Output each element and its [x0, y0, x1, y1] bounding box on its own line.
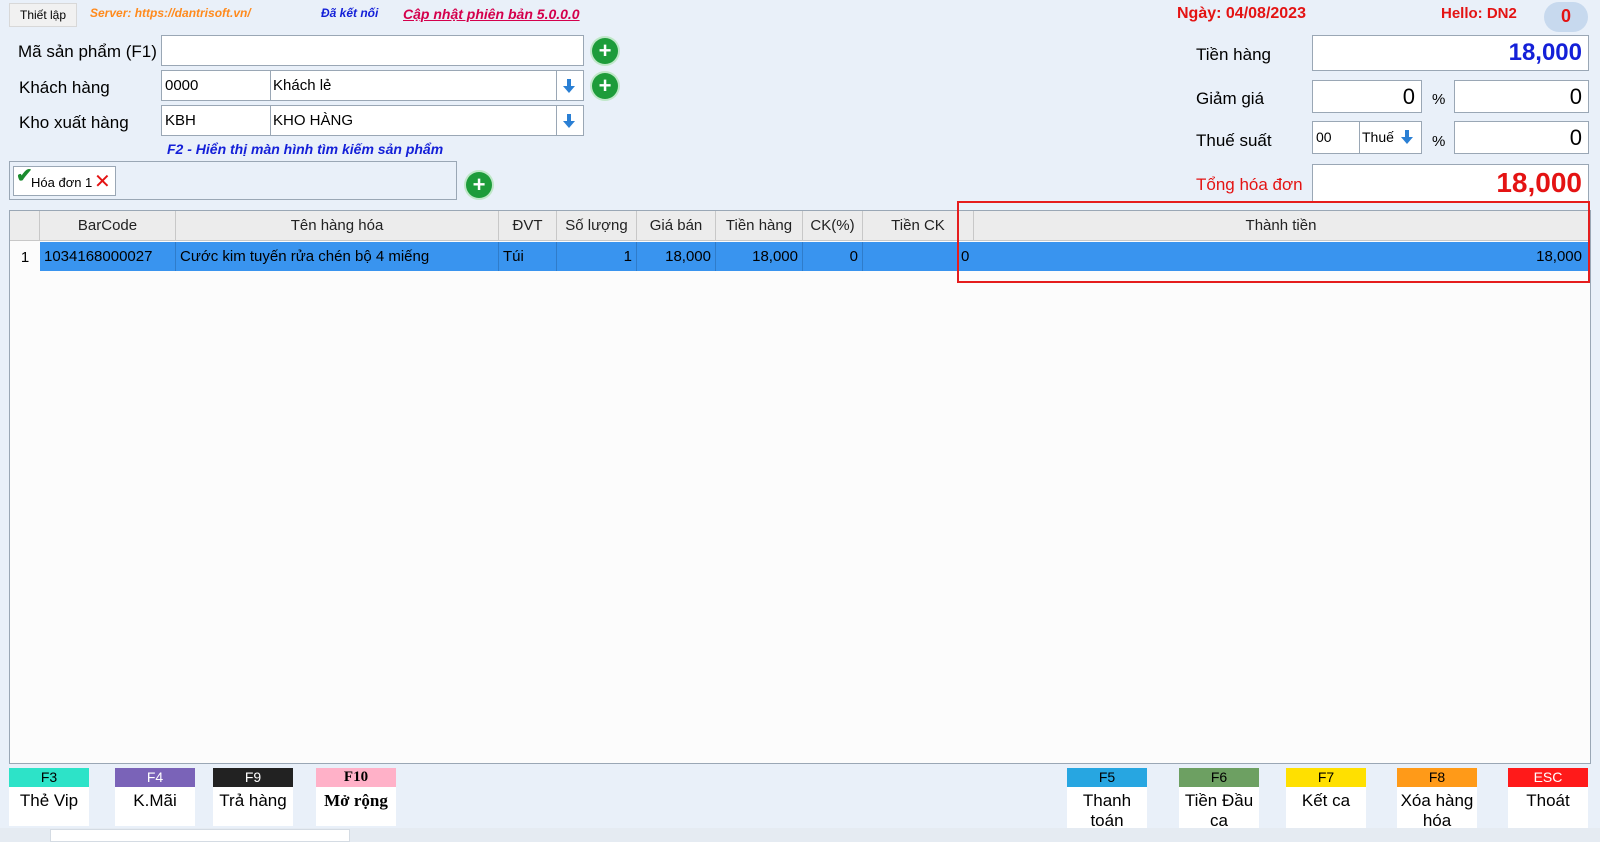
shortcut-key: F6 [1179, 768, 1259, 787]
table-cell-name[interactable]: Cước kim tuyến rửa chén bộ 4 miếng [176, 242, 499, 271]
button-label: Xóa hàng hóa [1400, 791, 1474, 830]
arrow-down-icon [563, 114, 575, 128]
customer-name[interactable]: Khách lẻ [273, 71, 553, 100]
product-code-label: Mã sản phẩm (F1) [18, 42, 157, 61]
grand-total-label: Tổng hóa đơn [1196, 175, 1303, 194]
payment-button[interactable]: F5 Thanh toán [1067, 768, 1147, 834]
tax-amount-input[interactable]: 0 [1454, 121, 1589, 154]
row-number: 1 [10, 242, 40, 271]
warehouse-code[interactable]: KBH [165, 106, 265, 135]
percent-sign: % [1432, 91, 1446, 108]
tax-name[interactable]: Thuế [1362, 123, 1394, 152]
customer-label: Khách hàng [19, 78, 110, 97]
button-label: Mở rộng [324, 791, 388, 810]
warehouse-dropdown-button[interactable] [557, 107, 581, 135]
column-header[interactable]: Số lượng [557, 211, 637, 241]
customer-code[interactable]: 0000 [165, 71, 265, 100]
table-cell-qty[interactable]: 1 [557, 242, 637, 271]
opening-cash-button[interactable]: F6 Tiền Đầu ca [1179, 768, 1259, 834]
check-icon: ✔ [16, 165, 33, 187]
shortcut-key: F9 [213, 768, 293, 787]
column-header[interactable]: CK(%) [803, 211, 863, 241]
button-label: Thoát [1526, 791, 1570, 810]
tax-code[interactable]: 00 [1316, 123, 1332, 152]
column-header[interactable]: Tên hàng hóa [176, 211, 499, 241]
exit-button[interactable]: ESC Thoát [1508, 768, 1588, 828]
discount-amount-input[interactable]: 0 [1454, 80, 1589, 113]
extend-button[interactable]: F10 Mở rộng [316, 768, 396, 826]
column-header[interactable]: Tiền hàng [716, 211, 803, 241]
invoice-tab-label[interactable]: Hóa đơn 1 [31, 175, 92, 190]
return-goods-button[interactable]: F9 Trả hàng [213, 768, 293, 826]
close-icon[interactable]: ✕ [94, 169, 111, 194]
table-cell-amount[interactable]: 18,000 [716, 242, 803, 271]
column-header[interactable]: BarCode [40, 211, 176, 241]
shortcut-key: ESC [1508, 768, 1588, 787]
table-cell-barcode[interactable]: 1034168000027 [40, 242, 176, 271]
shortcut-key: F5 [1067, 768, 1147, 787]
tax-label: Thuế suất [1196, 131, 1272, 150]
column-header[interactable]: Giá bán [637, 211, 716, 241]
add-product-button[interactable]: + [592, 38, 618, 64]
vip-card-button[interactable]: F3 Thẻ Vip [9, 768, 89, 826]
server-url: Server: https://dantrisoft.vn/ [90, 6, 251, 20]
update-link[interactable]: Cập nhật phiên bản 5.0.0.0 [403, 6, 580, 22]
column-header[interactable]: ĐVT [499, 211, 557, 241]
setup-button[interactable]: Thiết lập [9, 3, 77, 27]
button-label: Trả hàng [219, 791, 287, 810]
add-customer-button[interactable]: + [592, 73, 618, 99]
shortcut-key: F10 [316, 768, 396, 787]
current-date: Ngày: 04/08/2023 [1177, 5, 1306, 22]
shortcut-key: F8 [1397, 768, 1477, 787]
connection-status: Đã kết nối [321, 6, 379, 20]
row-header-corner [10, 211, 40, 241]
button-label: Thẻ Vip [19, 791, 79, 810]
warehouse-name[interactable]: KHO HÀNG [273, 106, 553, 135]
customer-dropdown-button[interactable] [557, 72, 581, 100]
delete-item-button[interactable]: F8 Xóa hàng hóa [1397, 768, 1477, 832]
discount-percent-input[interactable]: 0 [1312, 80, 1422, 113]
button-label: Thanh toán [1082, 791, 1132, 830]
shortcut-key: F3 [9, 768, 89, 787]
button-label: Kết ca [1301, 791, 1351, 810]
end-shift-button[interactable]: F7 Kết ca [1286, 768, 1366, 828]
product-table[interactable] [9, 210, 1591, 764]
button-label: K.Mãi [133, 791, 177, 810]
percent-sign: % [1432, 133, 1446, 150]
discount-label: Giảm giá [1196, 89, 1265, 108]
shortcut-key: F4 [115, 768, 195, 787]
taskbar-item[interactable] [50, 829, 350, 842]
warehouse-label: Kho xuất hàng [19, 113, 129, 132]
subtotal-value: 18,000 [1312, 35, 1589, 71]
search-hint: F2 - Hiển thị màn hình tìm kiếm sản phẩm [167, 141, 444, 157]
add-invoice-button[interactable]: + [466, 172, 492, 198]
user-greeting: Hello: DN2 [1441, 5, 1517, 22]
promotion-button[interactable]: F4 K.Mãi [115, 768, 195, 826]
notification-count: 0 [1560, 6, 1571, 26]
product-code-input[interactable] [161, 35, 584, 66]
table-cell-price[interactable]: 18,000 [637, 242, 716, 271]
shortcut-key: F7 [1286, 768, 1366, 787]
button-label: Tiền Đầu ca [1184, 791, 1254, 830]
table-cell-unit[interactable]: Túi [499, 242, 557, 271]
tax-dropdown-button[interactable] [1395, 123, 1419, 151]
subtotal-label: Tiền hàng [1196, 45, 1271, 64]
table-cell-discount-pct[interactable]: 0 [803, 242, 863, 271]
arrow-down-icon [1401, 130, 1413, 144]
highlight-box [957, 201, 1590, 283]
grand-total-value: 18,000 [1312, 164, 1589, 202]
arrow-down-icon [563, 79, 575, 93]
